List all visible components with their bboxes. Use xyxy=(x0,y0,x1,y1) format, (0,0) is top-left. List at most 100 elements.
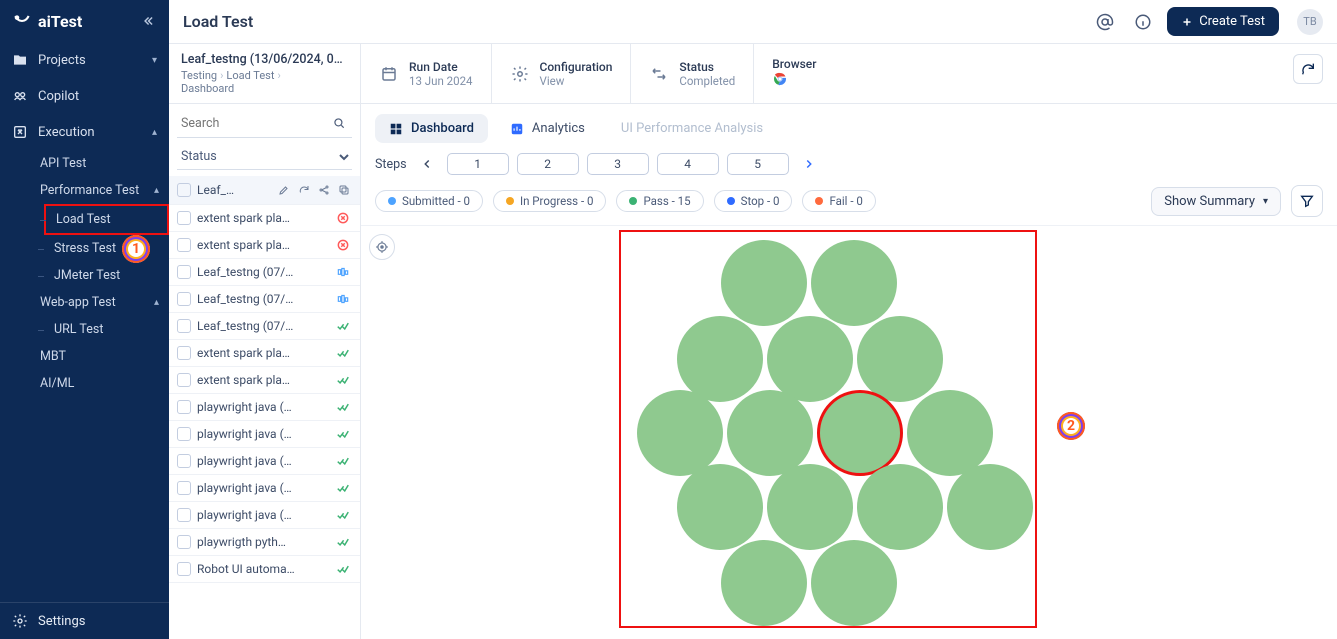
checkbox[interactable] xyxy=(177,265,191,279)
page-title: Load Test xyxy=(183,12,253,31)
steps-prev-button[interactable] xyxy=(417,157,437,171)
test-list-item[interactable]: playwright java (… xyxy=(169,502,360,529)
checkbox[interactable] xyxy=(177,373,191,387)
nav-mbt[interactable]: MBT xyxy=(30,343,169,370)
test-list-item[interactable]: Leaf_testng (07/… xyxy=(169,286,360,313)
checkbox[interactable] xyxy=(177,211,191,225)
checkbox[interactable] xyxy=(177,481,191,495)
mention-icon[interactable] xyxy=(1091,8,1119,36)
checkbox[interactable] xyxy=(177,346,191,360)
nav-url-test[interactable]: URL Test xyxy=(44,316,169,343)
test-list-item[interactable]: Leaf_testng (07/… xyxy=(169,259,360,286)
checkbox[interactable] xyxy=(177,562,191,576)
test-name: Leaf_… xyxy=(197,183,270,197)
result-node[interactable] xyxy=(677,464,763,550)
result-node[interactable] xyxy=(857,464,943,550)
pencil-icon[interactable] xyxy=(276,182,292,198)
step-pill[interactable]: 1 xyxy=(447,153,509,175)
nav-stress-test[interactable]: Stress Test xyxy=(44,235,169,262)
nav-aiml[interactable]: AI/ML xyxy=(30,370,169,397)
meta-configuration[interactable]: ConfigurationView xyxy=(492,44,632,103)
info-icon[interactable] xyxy=(1129,8,1157,36)
avatar[interactable]: TB xyxy=(1297,9,1323,35)
search-input[interactable] xyxy=(177,110,352,138)
status-filter[interactable]: Status xyxy=(177,144,352,170)
result-node-highlighted[interactable] xyxy=(817,390,903,476)
steps-label: Steps xyxy=(375,157,407,172)
content-area: Dashboard Analytics UI Performance Analy… xyxy=(361,104,1337,639)
checkbox[interactable] xyxy=(177,238,191,252)
test-list-item[interactable]: playwrigth pyth… xyxy=(169,529,360,556)
result-node[interactable] xyxy=(767,316,853,402)
copy-icon[interactable] xyxy=(336,182,352,198)
nav-projects[interactable]: Projects ▾ xyxy=(0,42,169,78)
refresh-button[interactable] xyxy=(1293,54,1323,84)
checkbox[interactable] xyxy=(177,427,191,441)
checkbox[interactable] xyxy=(177,535,191,549)
result-node[interactable] xyxy=(947,464,1033,550)
topbar: Load Test Create Test TB xyxy=(169,0,1337,44)
chevron-up-icon: ▴ xyxy=(154,297,159,308)
share-icon[interactable] xyxy=(316,182,332,198)
test-list-item[interactable]: playwright java (… xyxy=(169,475,360,502)
chip-stop[interactable]: Stop - 0 xyxy=(714,190,793,212)
test-list-item[interactable]: Leaf_… xyxy=(169,176,360,205)
steps-next-button[interactable] xyxy=(799,157,819,171)
test-list-item[interactable]: playwright java (… xyxy=(169,394,360,421)
checkbox[interactable] xyxy=(177,454,191,468)
step-pill[interactable]: 3 xyxy=(587,153,649,175)
create-test-button[interactable]: Create Test xyxy=(1167,7,1279,36)
chevron-up-icon: ▴ xyxy=(152,127,157,138)
test-list-item[interactable]: extent spark pla… xyxy=(169,367,360,394)
annotation-1: 1 xyxy=(122,235,150,263)
tab-analytics[interactable]: Analytics xyxy=(496,114,599,143)
result-node[interactable] xyxy=(727,390,813,476)
test-name: extent spark pla… xyxy=(197,238,328,252)
refresh-icon[interactable] xyxy=(296,182,312,198)
test-list-item[interactable]: Leaf_testng (07/… xyxy=(169,313,360,340)
test-list-item[interactable]: playwright java (… xyxy=(169,448,360,475)
nav-load-test[interactable]: Load Test xyxy=(44,204,169,235)
result-node[interactable] xyxy=(677,316,763,402)
test-list-item[interactable]: extent spark pla… xyxy=(169,340,360,367)
step-pill[interactable]: 2 xyxy=(517,153,579,175)
result-node[interactable] xyxy=(767,464,853,550)
chip-submitted[interactable]: Submitted - 0 xyxy=(375,190,483,212)
nav-performance-test[interactable]: Performance Test▴ xyxy=(30,177,169,204)
checkbox[interactable] xyxy=(177,319,191,333)
nav-settings[interactable]: Settings xyxy=(0,602,169,639)
nav-api-test[interactable]: API Test xyxy=(30,150,169,177)
chip-pass[interactable]: Pass - 15 xyxy=(616,190,703,212)
recenter-button[interactable] xyxy=(369,234,395,260)
checkbox[interactable] xyxy=(177,292,191,306)
result-node[interactable] xyxy=(721,240,807,326)
tab-dashboard[interactable]: Dashboard xyxy=(375,114,488,143)
step-pill[interactable]: 5 xyxy=(727,153,789,175)
sidebar-collapse-button[interactable] xyxy=(137,10,159,32)
test-list-item[interactable]: playwright java (… xyxy=(169,421,360,448)
chip-fail[interactable]: Fail - 0 xyxy=(802,190,875,212)
result-node[interactable] xyxy=(907,390,993,476)
test-list-item[interactable]: Robot UI automa… xyxy=(169,556,360,583)
checkbox[interactable] xyxy=(177,508,191,522)
step-pill[interactable]: 4 xyxy=(657,153,719,175)
test-list-item[interactable]: extent spark pla… xyxy=(169,205,360,232)
test-name: Robot UI automa… xyxy=(197,562,328,576)
nav-jmeter-test[interactable]: JMeter Test xyxy=(44,262,169,289)
nav-copilot[interactable]: Copilot xyxy=(0,78,169,114)
result-node[interactable] xyxy=(637,390,723,476)
checkbox[interactable] xyxy=(177,183,191,197)
checkbox[interactable] xyxy=(177,400,191,414)
nav-execution[interactable]: Execution ▴ xyxy=(0,114,169,150)
result-node[interactable] xyxy=(811,540,897,626)
pass-icon xyxy=(334,535,352,549)
show-summary-button[interactable]: Show Summary▾ xyxy=(1151,187,1281,216)
breadcrumb: Testing›Load Test› Dashboard xyxy=(181,69,348,95)
result-node[interactable] xyxy=(857,316,943,402)
nav-webapp-test[interactable]: Web-app Test▴ xyxy=(30,289,169,316)
chip-inprogress[interactable]: In Progress - 0 xyxy=(493,190,607,212)
filter-button[interactable] xyxy=(1291,185,1323,217)
result-node[interactable] xyxy=(721,540,807,626)
result-node[interactable] xyxy=(811,240,897,326)
test-list-item[interactable]: extent spark pla… xyxy=(169,232,360,259)
